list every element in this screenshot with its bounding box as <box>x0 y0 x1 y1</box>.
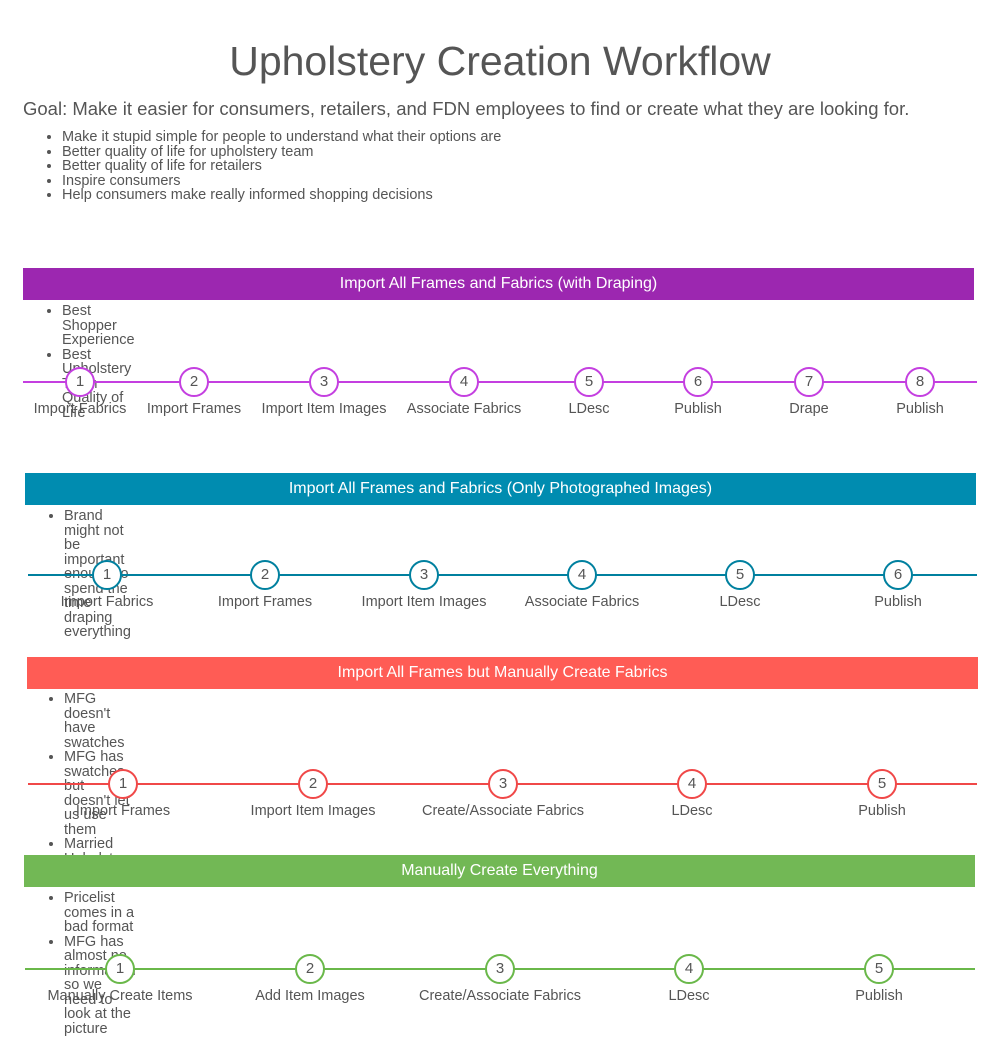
step-number-circle: 1 <box>108 769 138 799</box>
step-number-circle: 2 <box>298 769 328 799</box>
goal-item: Make it stupid simple for people to unde… <box>62 130 501 145</box>
step-number-circle: 2 <box>295 954 325 984</box>
workflow-note: MFG has almost no information so we need… <box>64 934 136 1037</box>
workflow-title-banner: Manually Create Everything <box>24 855 975 887</box>
step-number-circle: 5 <box>725 560 755 590</box>
goal-item: Better quality of life for upholstery te… <box>62 144 501 160</box>
step-label: Import Item Images <box>250 803 376 819</box>
step-number-circle: 4 <box>567 560 597 590</box>
step-number-circle: 1 <box>105 954 135 984</box>
workflow-note: Pricelist comes in a bad format <box>64 891 136 935</box>
goal-item: Help consumers make really informed shop… <box>62 188 501 203</box>
step-label: Add Item Images <box>255 988 365 1004</box>
goal-item: Inspire consumers <box>62 173 501 189</box>
step-number-circle: 3 <box>309 367 339 397</box>
step-label: Publish <box>858 803 906 819</box>
step-number-circle: 6 <box>683 367 713 397</box>
step-number-circle: 4 <box>674 954 704 984</box>
step-number-circle: 8 <box>905 367 935 397</box>
step-label: Publish <box>874 594 922 610</box>
step-number-circle: 4 <box>449 367 479 397</box>
step-label: Create/Associate Fabrics <box>422 803 584 819</box>
workflow-note: Best Shopper Experience <box>62 304 135 348</box>
step-number-circle: 2 <box>250 560 280 590</box>
workflow-title-banner: Import All Frames but Manually Create Fa… <box>27 657 978 689</box>
step-label: LDesc <box>671 803 713 819</box>
step-number-circle: 4 <box>677 769 707 799</box>
step-number-circle: 1 <box>65 367 95 397</box>
step-label: Manually Create Items <box>47 988 193 1004</box>
step-label: Publish <box>896 401 944 417</box>
goal-item: Better quality of life for retailers <box>62 159 501 174</box>
workflow-timeline-line <box>23 381 977 383</box>
step-number-circle: 5 <box>867 769 897 799</box>
page-title: Upholstery Creation Workflow <box>229 38 771 84</box>
goal-statement: Goal: Make it easier for consumers, reta… <box>23 98 910 119</box>
step-label: Create/Associate Fabrics <box>419 988 581 1004</box>
step-number-circle: 5 <box>574 367 604 397</box>
workflow-title-banner: Import All Frames and Fabrics (Only Phot… <box>25 473 976 505</box>
step-number-circle: 2 <box>179 367 209 397</box>
step-label: Import Frames <box>75 803 171 819</box>
goal-list: Make it stupid simple for people to unde… <box>22 130 501 203</box>
workflow-note: MFG doesn't have swatches <box>64 692 133 750</box>
step-number-circle: 3 <box>485 954 515 984</box>
step-number-circle: 7 <box>794 367 824 397</box>
step-label: Publish <box>855 988 903 1004</box>
step-label: LDesc <box>668 988 710 1004</box>
step-number-circle: 3 <box>488 769 518 799</box>
step-number-circle: 3 <box>409 560 439 590</box>
workflow-timeline-line <box>28 574 977 576</box>
step-number-circle: 5 <box>864 954 894 984</box>
step-number-circle: 6 <box>883 560 913 590</box>
workflow-title-banner: Import All Frames and Fabrics (with Drap… <box>23 268 974 300</box>
step-number-circle: 1 <box>92 560 122 590</box>
